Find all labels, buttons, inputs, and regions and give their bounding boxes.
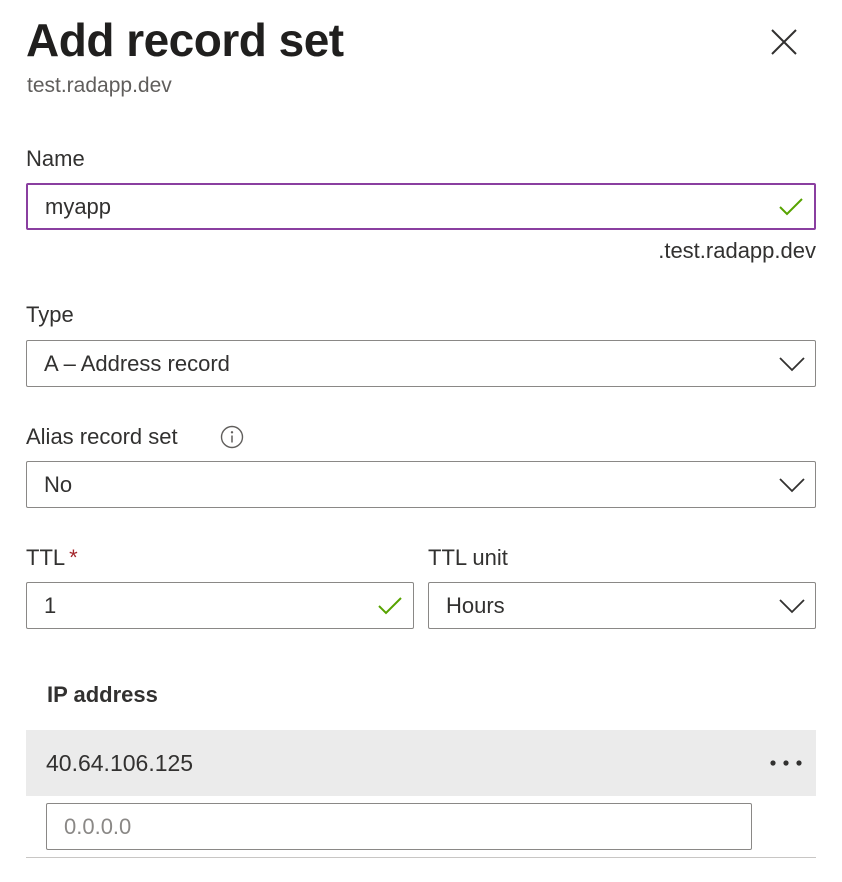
ttl-input[interactable] <box>27 583 367 628</box>
name-input[interactable] <box>28 185 768 228</box>
more-icon[interactable] <box>756 730 816 796</box>
type-selected-value: A – Address record <box>44 350 230 376</box>
checkmark-icon <box>367 596 413 616</box>
type-label: Type <box>26 302 74 327</box>
ttl-unit-selected-value: Hours <box>446 592 505 618</box>
ip-address-row[interactable]: 40.64.106.125 <box>26 730 816 796</box>
ttl-field-box[interactable] <box>26 582 414 629</box>
panel-subtitle: test.radapp.dev <box>27 74 172 97</box>
alias-label: Alias record set <box>26 424 178 449</box>
new-ip-input[interactable] <box>47 803 751 850</box>
domain-suffix: .test.radapp.dev <box>658 238 816 263</box>
close-button[interactable] <box>764 22 804 62</box>
ttl-label-text: TTL <box>26 545 66 570</box>
checkmark-icon <box>768 197 814 217</box>
chevron-down-icon <box>769 477 815 493</box>
panel-title: Add record set <box>26 14 344 66</box>
chevron-down-icon <box>769 598 815 614</box>
ttl-label: TTL * <box>26 544 78 572</box>
name-field-box[interactable] <box>26 183 816 230</box>
divider <box>26 857 816 858</box>
ttl-unit-dropdown[interactable]: Hours <box>428 582 816 629</box>
info-icon[interactable] <box>220 425 244 449</box>
alias-selected-value: No <box>44 471 73 497</box>
ip-address-value: 40.64.106.125 <box>46 749 194 776</box>
required-marker: * <box>69 545 78 570</box>
ip-address-header: IP address <box>47 682 158 707</box>
ttl-unit-label: TTL unit <box>428 545 508 570</box>
alias-dropdown[interactable]: No <box>26 461 816 508</box>
chevron-down-icon <box>769 356 815 372</box>
name-label: Name <box>26 146 85 171</box>
type-dropdown[interactable]: A – Address record <box>26 340 816 387</box>
new-ip-field-box[interactable] <box>46 803 752 850</box>
close-icon <box>771 29 797 55</box>
